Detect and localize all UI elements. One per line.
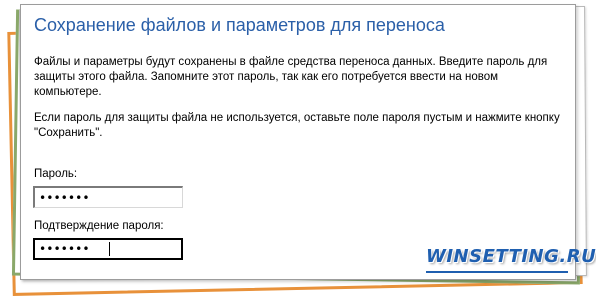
instructions-paragraph: Файлы и параметры будут сохранены в файл… (34, 56, 548, 98)
empty-password-note: Если пароль для защиты файла не использу… (34, 112, 560, 139)
watermark-underline (426, 271, 568, 273)
password-label: Пароль: (34, 168, 78, 180)
dialog-panel: Сохранение файлов и параметров для перен… (20, 4, 576, 280)
confirm-password-label: Подтверждение пароля: (34, 220, 164, 232)
watermark-logo: WINSETTING.RU (426, 246, 596, 267)
confirm-password-input[interactable] (33, 238, 183, 260)
password-input[interactable] (33, 186, 183, 208)
dialog-title: Сохранение файлов и параметров для перен… (34, 15, 445, 35)
text-caret (109, 242, 110, 256)
